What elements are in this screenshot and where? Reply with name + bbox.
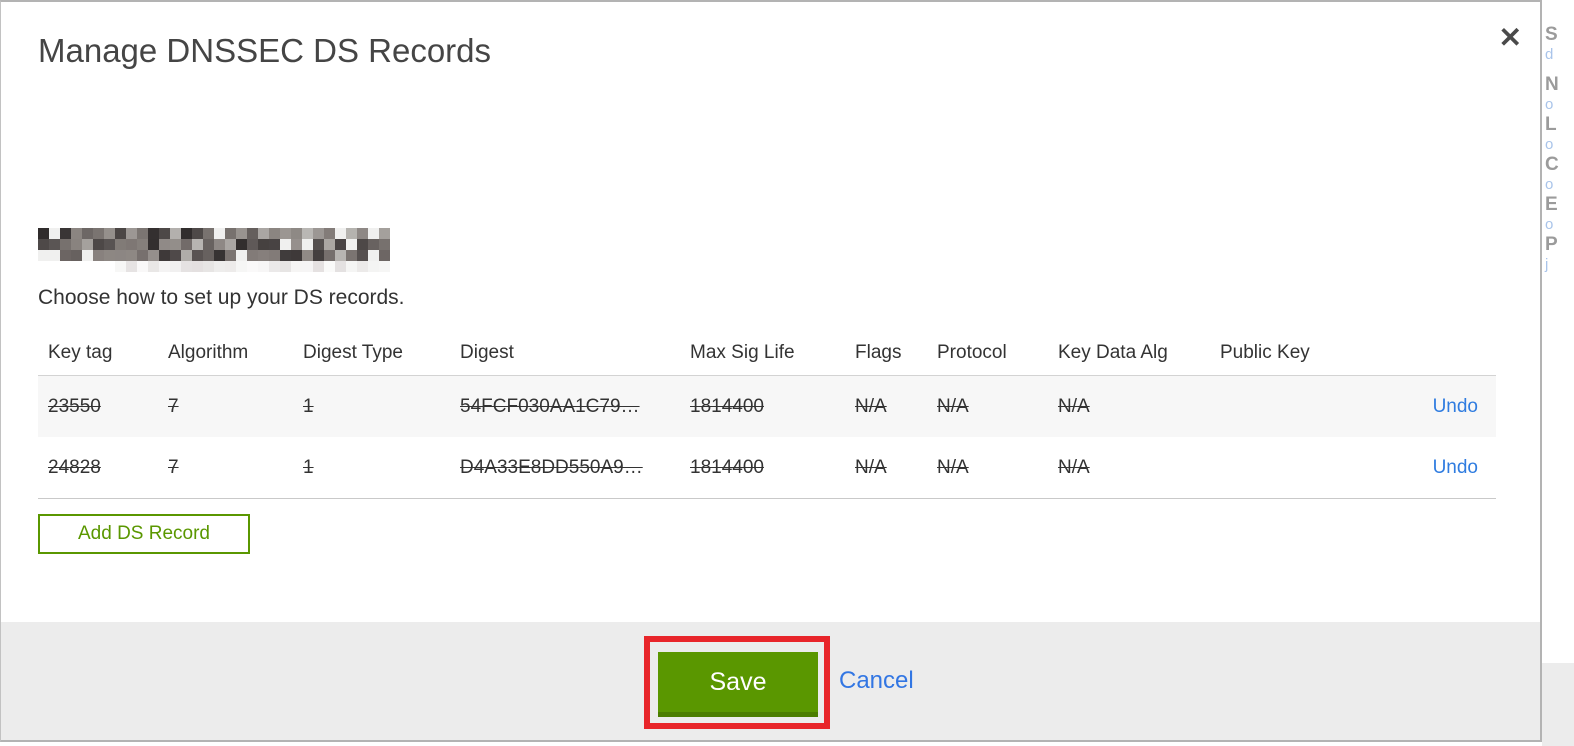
background-footer-block	[1542, 663, 1574, 746]
column-header-digest: Digest	[460, 341, 514, 363]
cell-actions: Undo	[1417, 396, 1496, 418]
page: SdNoLoCoEoPj ✕ Manage DNSSEC DS Records …	[0, 0, 1574, 746]
background-page-fragment: L	[1545, 114, 1557, 135]
background-page-fragment: j	[1545, 256, 1549, 273]
background-page-fragment: o	[1545, 176, 1554, 193]
cell-key-tag: 23550	[48, 395, 101, 417]
background-page-fragment: C	[1545, 154, 1559, 175]
column-header-key-tag: Key tag	[48, 341, 113, 363]
background-page-fragment: o	[1545, 216, 1554, 233]
add-ds-record-button[interactable]: Add DS Record	[38, 514, 250, 554]
dnssec-modal-dialog: ✕ Manage DNSSEC DS Records Choose how to…	[0, 0, 1542, 742]
background-page-fragment: o	[1545, 136, 1554, 153]
redacted-domain-name	[38, 228, 390, 272]
background-page-fragment: P	[1545, 234, 1558, 255]
column-header-flags: Flags	[855, 341, 902, 363]
column-header-algorithm: Algorithm	[168, 341, 249, 363]
cell-algorithm: 7	[168, 395, 179, 417]
column-header-public-key: Public Key	[1220, 341, 1310, 363]
cell-digest: D4A33E8DD550A9…	[460, 456, 643, 478]
background-page-fragment: N	[1545, 74, 1559, 95]
cell-key-data-alg: N/A	[1058, 456, 1090, 478]
cancel-link[interactable]: Cancel	[839, 667, 914, 695]
cell-digest: 54FCF030AA1C79…	[460, 395, 640, 417]
background-page-fragment: d	[1545, 46, 1554, 63]
close-icon[interactable]: ✕	[1499, 24, 1522, 52]
background-page-fragment: E	[1545, 194, 1558, 215]
cell-key-tag: 24828	[48, 456, 101, 478]
modal-footer: Save Cancel	[1, 622, 1540, 740]
cell-flags: N/A	[855, 456, 887, 478]
cell-flags: N/A	[855, 395, 887, 417]
cell-key-data-alg: N/A	[1058, 395, 1090, 417]
table-row: 23550 7 1 54FCF030AA1C79… 1814400 N/A N/…	[38, 376, 1496, 437]
cell-digest-type: 1	[303, 395, 314, 417]
cell-max-sig-life: 1814400	[690, 395, 764, 417]
background-page-fragment: o	[1545, 96, 1554, 113]
save-button[interactable]: Save	[658, 652, 818, 717]
background-page-fragment: S	[1545, 24, 1558, 45]
ds-records-table: Key tag Algorithm Digest Type Digest Max…	[38, 330, 1496, 499]
intro-text: Choose how to set up your DS records.	[38, 286, 405, 309]
column-header-digest-type: Digest Type	[303, 341, 403, 363]
table-row: 24828 7 1 D4A33E8DD550A9… 1814400 N/A N/…	[38, 437, 1496, 499]
column-header-protocol: Protocol	[937, 341, 1007, 363]
background-page-strip: SdNoLoCoEoPj	[1542, 0, 1574, 746]
undo-link[interactable]: Undo	[1433, 457, 1478, 478]
cell-max-sig-life: 1814400	[690, 456, 764, 478]
cell-protocol: N/A	[937, 395, 969, 417]
table-header-row: Key tag Algorithm Digest Type Digest Max…	[38, 330, 1496, 376]
cell-protocol: N/A	[937, 456, 969, 478]
undo-link[interactable]: Undo	[1433, 396, 1478, 417]
annotation-red-box: Save	[644, 636, 830, 729]
cell-actions: Undo	[1417, 457, 1496, 479]
modal-title: Manage DNSSEC DS Records	[38, 32, 492, 69]
column-header-max-sig-life: Max Sig Life	[690, 341, 795, 363]
cell-algorithm: 7	[168, 456, 179, 478]
column-header-key-data-alg: Key Data Alg	[1058, 341, 1168, 363]
cell-digest-type: 1	[303, 456, 314, 478]
